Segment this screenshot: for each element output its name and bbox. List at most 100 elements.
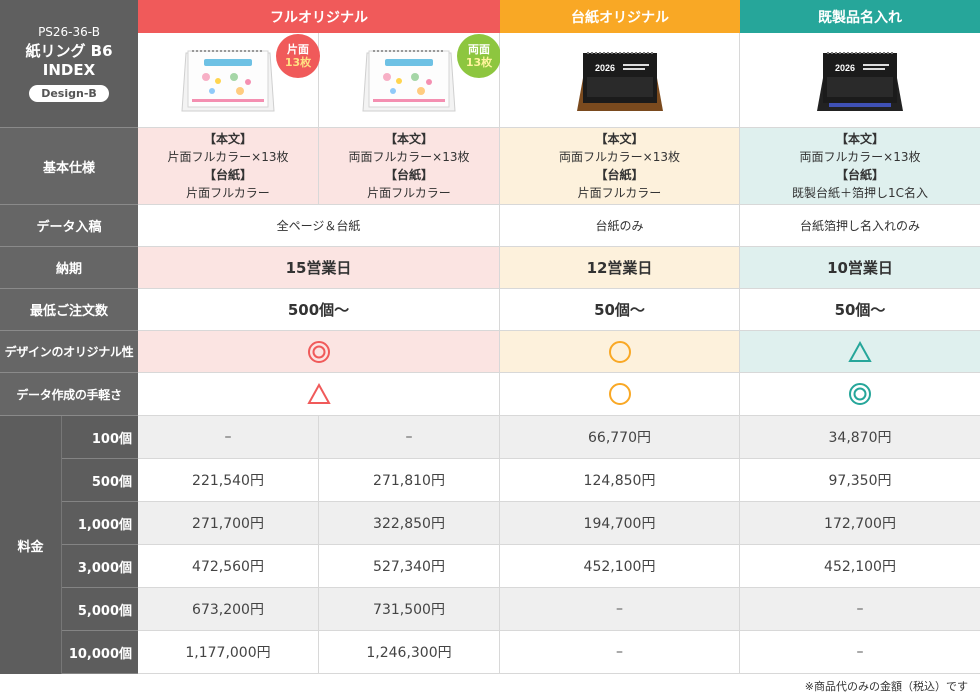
spec-body-text: 両面フルカラー×13枚 — [348, 150, 470, 164]
price-cell: 452,100円 — [500, 545, 740, 588]
minimum-full: 500個〜 — [138, 289, 500, 331]
column-header-full-original: フルオリジナル — [138, 0, 500, 33]
badge-line1: 片面 — [287, 43, 309, 56]
price-cell: 66,770円 — [500, 416, 740, 459]
spec-mount-heading: 【台紙】 — [203, 168, 252, 182]
price-qty-label: 5,000個 — [62, 588, 138, 631]
price-cell: 452,100円 — [740, 545, 980, 588]
price-cell: 124,850円 — [500, 459, 740, 502]
circle-icon — [608, 340, 631, 363]
single-sided-badge: 片面 13枚 — [276, 34, 320, 78]
badge-line1: 両面 — [468, 43, 490, 56]
badge-line2: 13枚 — [284, 56, 312, 69]
triangle-icon — [848, 340, 872, 362]
originality-ready — [740, 331, 980, 373]
spec-mount-heading: 【台紙】 — [835, 168, 884, 182]
calendar-year: 2026 — [835, 63, 855, 73]
row-label-delivery: 納期 — [0, 247, 138, 289]
spec-mount-text: 片面フルカラー — [367, 186, 451, 200]
row-label-originality: デザインのオリジナル性 — [0, 331, 138, 373]
delivery-ready: 10営業日 — [740, 247, 980, 289]
price-cell: 673,200円 — [138, 588, 319, 631]
circle-icon — [608, 383, 631, 405]
data-mount: 台紙のみ — [500, 205, 740, 247]
minimum-ready: 50個〜 — [740, 289, 980, 331]
data-ready: 台紙箔押し名入れのみ — [740, 205, 980, 247]
row-label-price: 料金 — [0, 416, 62, 674]
calendar-black-image: 2026 — [817, 52, 903, 111]
spec-single: 【本文】 片面フルカラー×13枚 【台紙】 片面フルカラー — [138, 128, 319, 205]
price-cell: – — [138, 416, 319, 459]
ease-ready — [740, 373, 980, 416]
product-code: PS26-36-B — [38, 25, 100, 39]
triangle-icon — [306, 382, 331, 404]
product-image-ready: 2026 — [740, 33, 980, 128]
price-cell: 97,350円 — [740, 459, 980, 502]
originality-full — [138, 331, 500, 373]
spec-body-text: 両面フルカラー×13枚 — [559, 150, 680, 164]
spec-body-heading: 【本文】 — [835, 132, 884, 146]
product-subname: INDEX — [42, 61, 96, 79]
price-cell: 472,560円 — [138, 545, 319, 588]
price-cell: 322,850円 — [319, 502, 500, 545]
calendar-year: 2026 — [595, 63, 615, 73]
badge-line2: 13枚 — [465, 56, 493, 69]
double-sided-badge: 両面 13枚 — [457, 34, 501, 78]
spec-body-heading: 【本文】 — [203, 132, 252, 146]
price-cell: 172,700円 — [740, 502, 980, 545]
price-qty-label: 1,000個 — [62, 502, 138, 545]
price-qty-label: 100個 — [62, 416, 138, 459]
price-cell: 527,340円 — [319, 545, 500, 588]
spec-mount-text: 既製台紙＋箔押し1C名入 — [791, 186, 928, 200]
row-label-minimum: 最低ご注文数 — [0, 289, 138, 331]
price-cell: 221,540円 — [138, 459, 319, 502]
spec-body-text: 片面フルカラー×13枚 — [167, 150, 289, 164]
footnote: ※商品代のみの金額（税込）です — [804, 680, 968, 693]
column-header-mount-original: 台紙オリジナル — [500, 0, 740, 33]
price-cell: – — [740, 588, 980, 631]
price-cell: – — [500, 631, 740, 674]
calendar-black-image: 2026 — [576, 52, 663, 111]
spec-mount-heading: 【台紙】 — [595, 168, 644, 182]
spec-ready: 【本文】 両面フルカラー×13枚 【台紙】 既製台紙＋箔押し1C名入 — [740, 128, 980, 205]
ease-mount — [500, 373, 740, 416]
row-label-data: データ入稿 — [0, 205, 138, 247]
spec-body-text: 両面フルカラー×13枚 — [799, 150, 921, 164]
minimum-mount: 50個〜 — [500, 289, 740, 331]
spec-mount: 【本文】 両面フルカラー×13枚 【台紙】 片面フルカラー — [500, 128, 740, 205]
spec-mount-text: 片面フルカラー — [577, 186, 662, 200]
row-label-ease: データ作成の手軽さ — [0, 373, 138, 416]
column-header-ready-made: 既製品名入れ — [740, 0, 980, 33]
design-badge: Design-B — [29, 85, 109, 102]
spec-mount-heading: 【台紙】 — [384, 168, 433, 182]
price-cell: 271,810円 — [319, 459, 500, 502]
row-label-spec: 基本仕様 — [0, 128, 138, 205]
calendar-colorful-image — [362, 50, 456, 112]
comparison-sheet: PS26-36-B 紙リング B6 INDEX Design-B フルオリジナル… — [0, 0, 980, 700]
price-cell: 731,500円 — [319, 588, 500, 631]
delivery-mount: 12営業日 — [500, 247, 740, 289]
double-circle-icon — [307, 340, 330, 363]
delivery-full: 15営業日 — [138, 247, 500, 289]
price-cell: – — [740, 631, 980, 674]
spec-mount-text: 片面フルカラー — [186, 186, 270, 200]
price-cell: 1,177,000円 — [138, 631, 319, 674]
price-cell: 194,700円 — [500, 502, 740, 545]
spec-body-heading: 【本文】 — [595, 132, 644, 146]
price-cell: – — [319, 416, 500, 459]
price-qty-label: 500個 — [62, 459, 138, 502]
product-image-mount: 2026 — [500, 33, 740, 128]
price-cell: 1,246,300円 — [319, 631, 500, 674]
product-name: 紙リング B6 — [25, 42, 113, 60]
calendar-colorful-image — [181, 50, 275, 112]
price-qty-label: 10,000個 — [62, 631, 138, 674]
price-cell: 34,870円 — [740, 416, 980, 459]
spec-double: 【本文】 両面フルカラー×13枚 【台紙】 片面フルカラー — [319, 128, 500, 205]
data-full: 全ページ＆台紙 — [138, 205, 500, 247]
price-qty-label: 3,000個 — [62, 545, 138, 588]
double-circle-icon — [849, 383, 871, 405]
price-cell: 271,700円 — [138, 502, 319, 545]
ease-full — [138, 373, 500, 416]
price-cell: – — [500, 588, 740, 631]
product-header: PS26-36-B 紙リング B6 INDEX Design-B — [0, 0, 138, 128]
